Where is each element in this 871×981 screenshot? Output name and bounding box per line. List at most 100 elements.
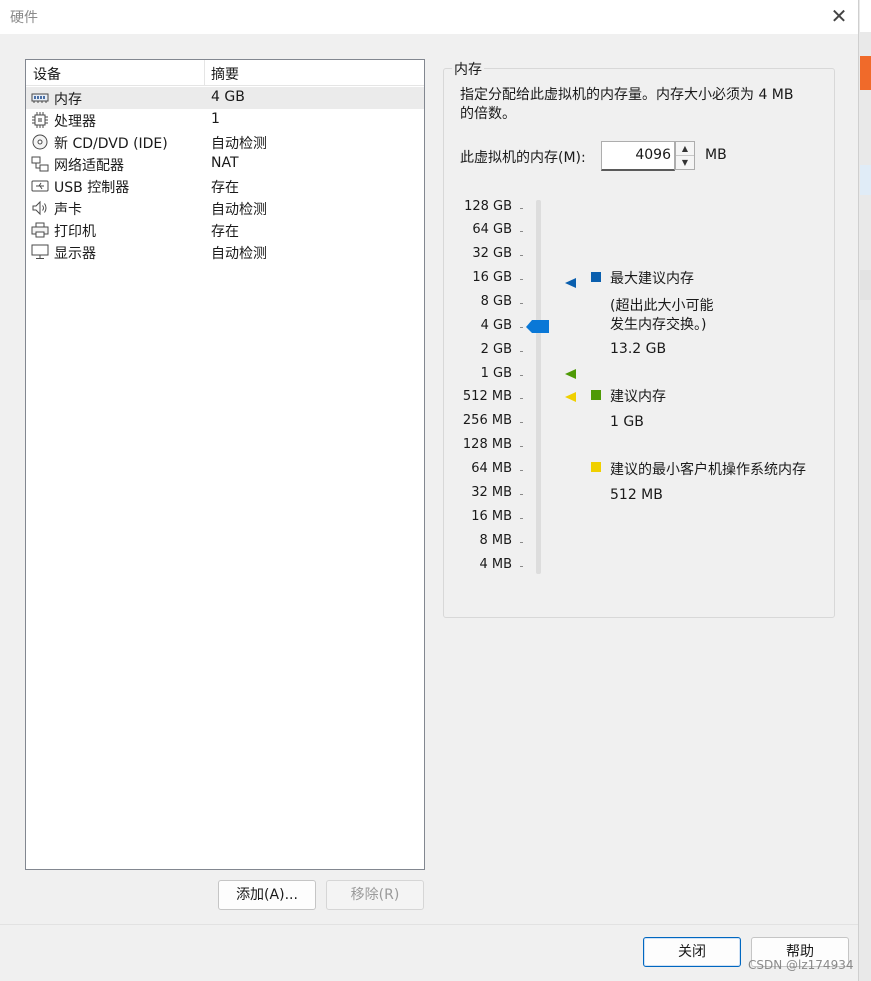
memory-slider-track[interactable] <box>536 200 541 574</box>
scale-tick-label: 4 GB <box>480 318 512 333</box>
device-row-usb[interactable]: USB 控制器 存在 <box>26 175 424 197</box>
scale-tick-label: 1 GB <box>480 366 512 381</box>
window-title: 硬件 <box>10 10 38 26</box>
scale-tick-label: 8 GB <box>480 294 512 309</box>
device-name: 内存 <box>54 92 82 108</box>
column-header-summary[interactable]: 摘要 <box>211 64 239 84</box>
device-summary: 自动检测 <box>211 202 267 218</box>
scale-tick-label: 64 GB <box>472 222 512 237</box>
spin-down-button[interactable]: ▼ <box>676 156 694 170</box>
scale-tick <box>520 398 523 399</box>
scale-tick <box>520 542 523 543</box>
usb-icon <box>31 180 49 192</box>
scale-tick-label: 8 MB <box>479 533 512 548</box>
scale-tick <box>520 518 523 519</box>
max-recommended-title: 最大建议内存 <box>610 271 694 287</box>
device-row-memory[interactable]: 内存 4 GB <box>26 87 424 109</box>
device-summary: 存在 <box>211 224 239 240</box>
device-summary: 自动检测 <box>211 136 267 152</box>
scale-tick <box>520 279 523 280</box>
description-line: 指定分配给此虚拟机的内存量。内存大小必须为 4 MB <box>460 87 794 103</box>
scale-tick <box>520 446 523 447</box>
scale-tick-label: 128 MB <box>462 437 512 452</box>
device-row-display[interactable]: 显示器 自动检测 <box>26 241 424 263</box>
list-header: 设备 摘要 <box>26 60 424 86</box>
remove-button[interactable]: 移除(R) <box>326 880 424 910</box>
memory-unit-label: MB <box>705 147 727 163</box>
scale-tick <box>520 208 523 209</box>
device-name: 显示器 <box>54 246 96 262</box>
min-recommended-value: 512 MB <box>610 487 663 503</box>
device-row-sound-card[interactable]: 声卡 自动检测 <box>26 197 424 219</box>
memory-group-title: 内存 <box>452 59 484 79</box>
network-adapter-icon <box>31 156 49 172</box>
device-row-network-adapter[interactable]: 网络适配器 NAT <box>26 153 424 175</box>
column-separator[interactable] <box>204 60 205 85</box>
recommended-marker-icon <box>565 369 576 379</box>
printer-icon <box>31 222 49 238</box>
description-line: 的倍数。 <box>460 106 516 122</box>
scale-tick-label: 16 GB <box>472 270 512 285</box>
title-bar: 硬件 ✕ <box>0 0 858 34</box>
device-summary: NAT <box>211 155 239 171</box>
max-recommended-swatch <box>591 272 601 282</box>
close-window-icon[interactable]: ✕ <box>826 3 852 29</box>
scale-tick <box>520 494 523 495</box>
scale-tick-label: 32 GB <box>472 246 512 261</box>
scale-tick <box>520 327 523 328</box>
device-name: 处理器 <box>54 114 96 130</box>
recommended-swatch <box>591 390 601 400</box>
device-list[interactable]: 设备 摘要 内存 4 GB 处理器 1 新 CD/DVD (IDE) 自动检测 … <box>25 59 425 870</box>
memory-spinner[interactable]: ▲ ▼ <box>675 141 695 170</box>
device-summary: 存在 <box>211 180 239 196</box>
min-recommended-title: 建议的最小客户机操作系统内存 <box>610 462 806 478</box>
scale-tick-label: 32 MB <box>471 485 512 500</box>
max-recommended-note: 发生内存交换。) <box>610 317 707 333</box>
scale-tick-label: 4 MB <box>479 557 512 572</box>
scale-tick-label: 512 MB <box>462 389 512 404</box>
memory-description: 指定分配给此虚拟机的内存量。内存大小必须为 4 MB 的倍数。 <box>460 86 830 124</box>
recommended-title: 建议内存 <box>610 389 666 405</box>
device-name: USB 控制器 <box>54 180 130 196</box>
recommended-value: 1 GB <box>610 414 644 430</box>
device-row-processor[interactable]: 处理器 1 <box>26 109 424 131</box>
processor-icon <box>32 112 48 128</box>
memory-size-input[interactable]: 4096 <box>601 141 675 171</box>
device-summary: 4 GB <box>211 89 245 105</box>
add-button[interactable]: 添加(A)... <box>218 880 316 910</box>
background-window-edge <box>858 0 871 981</box>
memory-input-label: 此虚拟机的内存(M): <box>460 150 586 166</box>
sound-card-icon <box>32 200 47 216</box>
scale-tick <box>520 231 523 232</box>
scale-tick <box>520 375 523 376</box>
device-summary: 自动检测 <box>211 246 267 262</box>
scale-tick <box>520 255 523 256</box>
min-recommended-swatch <box>591 462 601 472</box>
memory-icon <box>31 93 49 103</box>
memory-slider-thumb[interactable] <box>526 320 550 334</box>
scale-tick-label: 2 GB <box>480 342 512 357</box>
cd-dvd-icon <box>32 134 48 150</box>
scale-tick-label: 256 MB <box>462 413 512 428</box>
column-header-device[interactable]: 设备 <box>33 64 61 84</box>
max-recommended-note: (超出此大小可能 <box>610 298 714 314</box>
device-row-printer[interactable]: 打印机 存在 <box>26 219 424 241</box>
device-row-cd-dvd[interactable]: 新 CD/DVD (IDE) 自动检测 <box>26 131 424 153</box>
scale-tick-label: 16 MB <box>471 509 512 524</box>
device-summary: 1 <box>211 111 220 127</box>
device-name: 声卡 <box>54 202 82 218</box>
spin-up-button[interactable]: ▲ <box>676 142 694 156</box>
device-name: 网络适配器 <box>54 158 124 174</box>
device-name: 新 CD/DVD (IDE) <box>54 136 168 152</box>
max-recommended-value: 13.2 GB <box>610 341 667 357</box>
device-name: 打印机 <box>54 224 96 240</box>
scale-tick <box>520 422 523 423</box>
scale-tick <box>520 566 523 567</box>
scale-tick-label: 128 GB <box>464 199 512 214</box>
scale-tick <box>520 351 523 352</box>
min-recommended-marker-icon <box>565 392 576 402</box>
scale-tick <box>520 303 523 304</box>
scale-tick <box>520 470 523 471</box>
close-button[interactable]: 关闭 <box>643 937 741 967</box>
scale-tick-label: 64 MB <box>471 461 512 476</box>
